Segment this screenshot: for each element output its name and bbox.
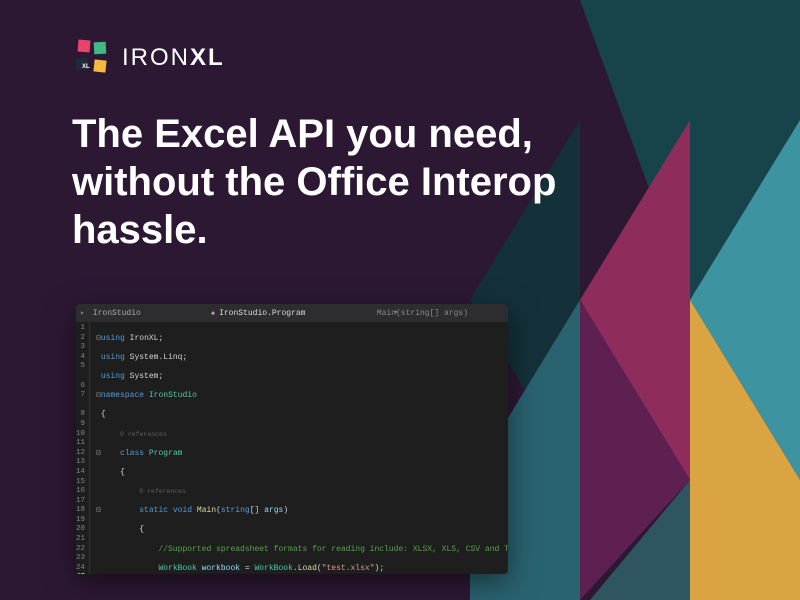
project-name: IronStudio: [93, 309, 141, 318]
logo-mark-icon: XL: [72, 38, 112, 78]
line-numbers: 12345 67 8910111213141516171819202122232…: [76, 322, 90, 574]
method-name: Main(string[] args): [377, 309, 468, 318]
svg-text:XL: XL: [82, 64, 90, 70]
brand-name: IRONXL: [122, 44, 225, 72]
headline-text: The Excel API you need, without the Offi…: [72, 110, 672, 254]
file-name: IronStudio.Program: [219, 309, 305, 318]
brand-logo: XL IRONXL: [72, 38, 225, 78]
file-icon: ◆: [211, 309, 215, 318]
editor-titlebar: ▸ IronStudio ◆ IronStudio.Program ▪ Main…: [76, 304, 508, 322]
code-content: ⊟using IronXL; using System.Linq; using …: [90, 322, 508, 574]
code-editor-window: ▸ IronStudio ◆ IronStudio.Program ▪ Main…: [76, 304, 508, 574]
